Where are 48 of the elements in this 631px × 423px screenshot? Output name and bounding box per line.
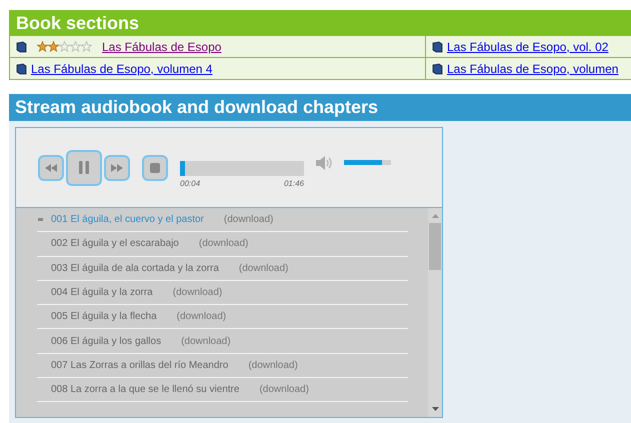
book-link[interactable]: Las Fábulas de Esopo, vol. 02 xyxy=(447,38,608,56)
book-link[interactable]: Las Fábulas de Esopo, volumen xyxy=(447,60,618,78)
book-icon xyxy=(16,40,27,52)
stop-icon xyxy=(150,162,160,172)
scroll-down-icon xyxy=(432,407,438,411)
track-title[interactable]: 008 La zorra a la que se le llenó su vientre xyxy=(51,382,240,398)
speaker-icon xyxy=(316,156,334,170)
download-link[interactable]: (download) xyxy=(248,358,298,373)
download-link[interactable]: (download) xyxy=(198,236,248,252)
book-icon xyxy=(16,62,27,74)
track-title[interactable]: 002 El águila y el escarabajo xyxy=(51,236,179,252)
rewind-icon xyxy=(45,164,57,172)
total-time: 01:46 xyxy=(284,178,304,190)
star-icon xyxy=(70,41,81,52)
download-link[interactable]: (download) xyxy=(181,334,231,349)
rewind-button[interactable] xyxy=(38,154,64,180)
book-icon xyxy=(432,62,443,74)
star-icon xyxy=(37,41,48,52)
fast-forward-icon xyxy=(111,164,123,172)
track-title[interactable]: 001 El águila, el cuervo y el pastor xyxy=(51,212,204,228)
section-header: Book sections xyxy=(10,10,631,36)
elapsed-time: 00:04 xyxy=(180,178,200,190)
pause-button[interactable] xyxy=(66,150,102,186)
download-link[interactable]: (download) xyxy=(238,260,288,276)
star-icon xyxy=(59,41,70,52)
track-title[interactable]: 005 El águila y la flecha xyxy=(51,309,157,324)
track-title[interactable]: 003 El águila de ala cortada y la zorra xyxy=(51,260,219,276)
fast-forward-button[interactable] xyxy=(104,154,130,180)
download-link[interactable]: (download) xyxy=(172,285,222,300)
download-link[interactable]: (download) xyxy=(224,212,274,228)
section-header: Stream audiobook and download chapters xyxy=(9,94,631,121)
track-title[interactable]: 004 El águila y la zorra xyxy=(51,285,153,300)
scrollbar-thumb[interactable] xyxy=(429,223,441,270)
scroll-up-icon xyxy=(432,214,438,218)
book-link[interactable]: Las Fábulas de Esopo xyxy=(102,38,222,56)
volume-slider[interactable] xyxy=(344,160,391,165)
track-title[interactable]: 007 Las Zorras a orillas del río Meandro xyxy=(51,358,228,373)
download-link[interactable]: (download) xyxy=(259,382,309,398)
track-title[interactable]: 006 El águila y los gallos xyxy=(51,334,162,349)
download-link[interactable]: (download) xyxy=(176,309,226,324)
book-link[interactable]: Las Fábulas de Esopo, volumen 4 xyxy=(31,60,212,78)
star-icon xyxy=(48,41,59,52)
star-icon xyxy=(81,41,92,52)
scrollbar[interactable] xyxy=(428,208,442,417)
stop-button[interactable] xyxy=(142,154,168,180)
progress-bar[interactable] xyxy=(180,161,304,176)
book-icon xyxy=(432,40,443,52)
pause-icon xyxy=(79,161,89,174)
